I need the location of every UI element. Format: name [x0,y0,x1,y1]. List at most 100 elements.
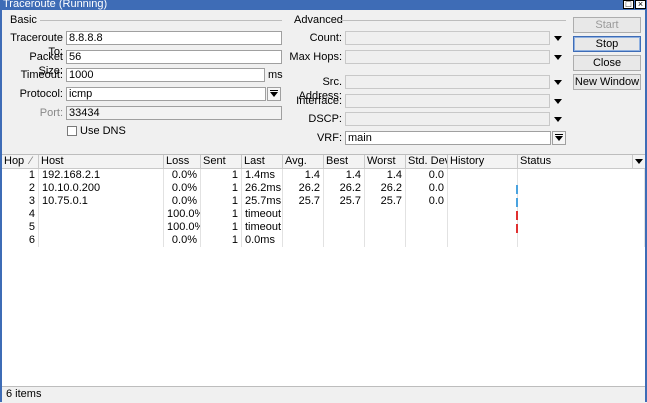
sort-icon: ⁄ [30,155,32,167]
timeout-input[interactable]: 1000 [66,68,265,82]
cell-host [39,208,164,221]
cell-history [448,195,518,208]
max-hops-chevron-down-icon[interactable] [554,55,562,60]
cell-loss: 100.0% [164,221,201,234]
traceroute-to-input[interactable]: 8.8.8.8 [66,31,282,45]
interface-chevron-down-icon[interactable] [554,99,562,104]
close-button[interactable]: Close [573,55,641,71]
cell-worst [365,234,406,247]
cell-std: 0.0 [406,182,448,195]
cell-host: 192.168.2.1 [39,169,164,182]
basic-group-divider [40,20,282,21]
history-ok-bar [516,198,518,207]
maximize-icon[interactable]: □ [623,0,634,9]
cell-avg: 1.4 [283,169,324,182]
table-row[interactable]: 6 0.0% 1 0.0ms [2,234,645,247]
cell-std [406,208,448,221]
vrf-dropdown-button[interactable] [552,131,566,145]
history-timeout-bar [516,224,518,233]
count-chevron-down-icon[interactable] [554,36,562,41]
title-bar: Traceroute (Running) □ × [0,0,647,10]
column-header-hop[interactable]: Hop ⁄ [2,155,39,168]
port-input[interactable]: 33434 [66,106,282,120]
column-header-worst[interactable]: Worst [365,155,406,168]
cell-last: 1.4ms [242,169,283,182]
cell-avg [283,234,324,247]
cell-last: timeout [242,221,283,234]
window-title: Traceroute (Running) [3,0,108,10]
cell-std [406,234,448,247]
protocol-label: Protocol: [19,88,63,100]
cell-history [448,182,518,195]
column-header-loss[interactable]: Loss [164,155,201,168]
use-dns-checkbox[interactable] [67,126,77,136]
table-row[interactable]: 4 100.0% 1 timeout [2,208,645,221]
chevron-down-icon [270,92,278,97]
column-header-best[interactable]: Best [324,155,365,168]
vrf-select[interactable]: main [345,131,551,145]
count-input[interactable] [345,31,550,45]
history-ok-bar [516,185,518,194]
close-icon[interactable]: × [635,0,646,9]
interface-label: Interface: [296,95,342,107]
column-header-host[interactable]: Host [39,155,164,168]
cell-best: 25.7 [324,195,365,208]
cell-sent: 1 [201,169,242,182]
cell-hop: 5 [2,221,39,234]
cell-std [406,221,448,234]
cell-sent: 1 [201,208,242,221]
dscp-chevron-down-icon[interactable] [554,117,562,122]
cell-hop: 4 [2,208,39,221]
cell-history [448,221,518,234]
table-header: Hop ⁄ Host Loss Sent Last Avg. Best Wors… [2,155,645,169]
cell-avg [283,221,324,234]
src-address-chevron-down-icon[interactable] [554,80,562,85]
timeout-label: Timeout: [20,69,63,81]
protocol-dropdown-button[interactable] [267,87,281,101]
cell-worst [365,221,406,234]
column-header-status[interactable]: Status [518,155,633,168]
table-row[interactable]: 3 10.75.0.1 0.0% 1 25.7ms 25.7 25.7 25.7 0.0 [2,195,645,208]
cell-loss: 100.0% [164,208,201,221]
cell-status [518,195,645,208]
cell-avg: 26.2 [283,182,324,195]
basic-group-label: Basic [10,14,37,26]
status-bar: 6 items [2,386,645,403]
cell-sent: 1 [201,182,242,195]
columns-menu-button[interactable] [633,155,645,168]
stop-button[interactable]: Stop [573,36,641,52]
cell-history [448,169,518,182]
cell-sent: 1 [201,221,242,234]
cell-best: 26.2 [324,182,365,195]
column-header-avg[interactable]: Avg. [283,155,324,168]
column-header-last[interactable]: Last [242,155,283,168]
count-label: Count: [309,32,342,44]
cell-hop: 6 [2,234,39,247]
table-row[interactable]: 1 192.168.2.1 0.0% 1 1.4ms 1.4 1.4 1.4 0.0 [2,169,645,182]
cell-history [448,234,518,247]
cell-status [518,169,645,182]
column-header-std-dev[interactable]: Std. Dev. [406,155,448,168]
cell-worst: 25.7 [365,195,406,208]
cell-std: 0.0 [406,169,448,182]
column-header-sent[interactable]: Sent [201,155,242,168]
protocol-select[interactable]: icmp [66,87,266,101]
cell-hop: 1 [2,169,39,182]
cell-host [39,221,164,234]
column-header-history[interactable]: History [448,155,518,168]
max-hops-label: Max Hops: [289,51,342,63]
packet-size-input[interactable]: 56 [66,50,282,64]
cell-best: 1.4 [324,169,365,182]
new-window-button[interactable]: New Window [573,74,641,90]
interface-input[interactable] [345,94,550,108]
src-address-input[interactable] [345,75,550,89]
cell-status [518,182,645,195]
dscp-input[interactable] [345,112,550,126]
table-row[interactable]: 2 10.10.0.200 0.0% 1 26.2ms 26.2 26.2 26.2 0.0 [2,182,645,195]
cell-sent: 1 [201,195,242,208]
table-row[interactable]: 5 100.0% 1 timeout [2,221,645,234]
start-button[interactable]: Start [573,17,641,33]
cell-loss: 0.0% [164,182,201,195]
max-hops-input[interactable] [345,50,550,64]
cell-best [324,208,365,221]
